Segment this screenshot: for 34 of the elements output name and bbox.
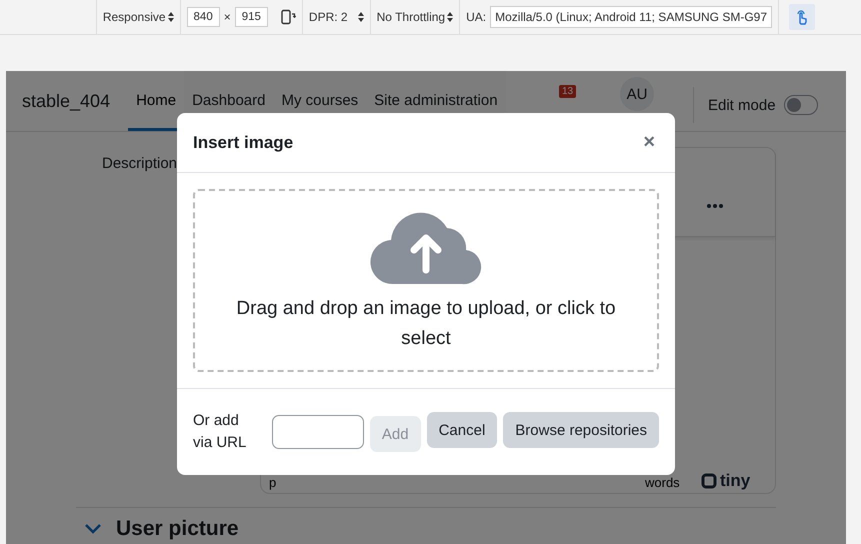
width-field[interactable]: 840 bbox=[186, 7, 220, 27]
url-field[interactable] bbox=[272, 415, 364, 449]
field-label: Description bbox=[102, 155, 178, 172]
notification-count: 13 bbox=[559, 85, 576, 98]
section-title: User picture bbox=[116, 517, 239, 541]
close-button[interactable]: × bbox=[639, 131, 659, 154]
sort-arrows-icon bbox=[358, 12, 364, 22]
throttling-select[interactable]: No Throttling bbox=[376, 10, 454, 24]
site-name[interactable]: stable_404 bbox=[22, 90, 110, 112]
sort-arrows-icon bbox=[168, 12, 174, 22]
url-label: Or add via URL bbox=[193, 411, 248, 453]
word-count: words bbox=[645, 475, 680, 490]
user-avatar[interactable]: AU bbox=[620, 77, 654, 111]
ua-label: UA: bbox=[466, 10, 486, 24]
times-sign: × bbox=[224, 10, 231, 24]
sort-arrows-icon bbox=[447, 12, 454, 22]
device-select[interactable]: Responsive bbox=[102, 10, 174, 24]
dialog-button[interactable]: Cancel bbox=[426, 412, 498, 448]
chevron-icon[interactable] bbox=[84, 523, 102, 535]
ua-field[interactable]: Mozilla/5.0 (Linux; Android 11; SAMSUNG SM-G97 bbox=[490, 6, 772, 28]
touch-button[interactable] bbox=[789, 4, 815, 30]
more-icon[interactable] bbox=[707, 204, 723, 208]
height-field[interactable]: 915 bbox=[234, 7, 268, 27]
element-path: p bbox=[269, 475, 276, 490]
dpr-select[interactable]: DPR: 2 bbox=[308, 10, 364, 24]
editor-logo: tiny bbox=[701, 471, 750, 491]
drop-zone-text: Drag and drop an image to upload, or click to select bbox=[235, 296, 617, 350]
rotate-device-icon[interactable] bbox=[280, 9, 296, 25]
drop-zone[interactable]: Drag and drop an image to upload, or click to select bbox=[193, 189, 659, 372]
hand-pointer-icon bbox=[795, 9, 809, 25]
dialog-button[interactable]: Browse repositories bbox=[503, 412, 659, 448]
edit-mode-label: Edit mode bbox=[708, 96, 776, 114]
dialog-title: Insert image bbox=[193, 132, 294, 152]
edit-mode-toggle[interactable] bbox=[784, 95, 818, 115]
